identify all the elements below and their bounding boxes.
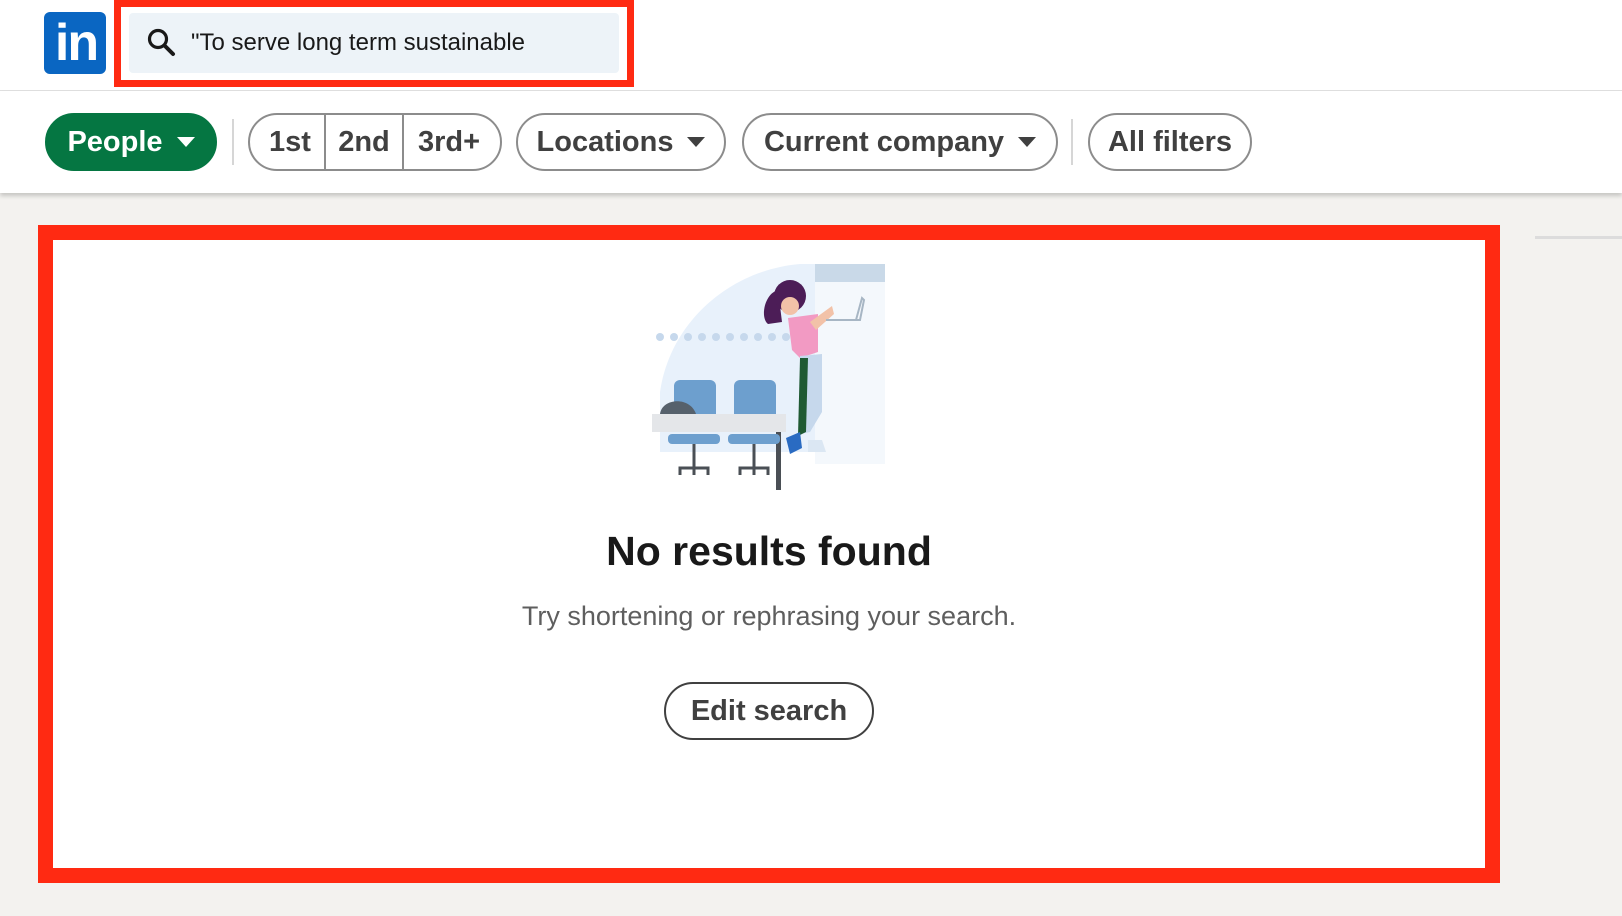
search-input[interactable] [191,23,619,63]
degree-2nd-button[interactable]: 2nd [324,115,402,169]
top-navigation-bar: in [0,0,1622,91]
all-filters-label: All filters [1107,125,1233,158]
all-filters-button[interactable]: All filters [1088,113,1252,171]
locations-filter-label: Locations [536,125,674,158]
locations-filter-button[interactable]: Locations [516,113,726,171]
search-filter-bar: People 1st 2nd 3rd+ Locations Current co… [0,91,1622,193]
people-filter-label: People [67,125,163,158]
filter-divider [1071,119,1073,165]
linkedin-logo[interactable]: in [44,12,106,74]
degree-1st-button[interactable]: 1st [250,115,324,169]
caret-down-icon [687,137,706,147]
current-company-filter-label: Current company [763,125,1005,158]
search-box[interactable] [129,13,619,73]
right-rail-divider [1535,236,1622,239]
people-filter-button[interactable]: People [45,113,217,171]
empty-search-illustration [652,264,885,490]
degree-3rd-plus-button[interactable]: 3rd+ [402,115,500,169]
current-company-filter-button[interactable]: Current company [742,113,1058,171]
connection-degree-filter: 1st 2nd 3rd+ [248,113,502,171]
filter-divider [232,119,234,165]
no-results-title: No results found [606,528,932,574]
caret-down-icon [176,137,195,147]
edit-search-button[interactable]: Edit search [664,682,874,740]
search-icon [147,28,175,56]
caret-down-icon [1018,137,1037,147]
no-results-subtitle: Try shortening or rephrasing your search… [521,601,1017,631]
